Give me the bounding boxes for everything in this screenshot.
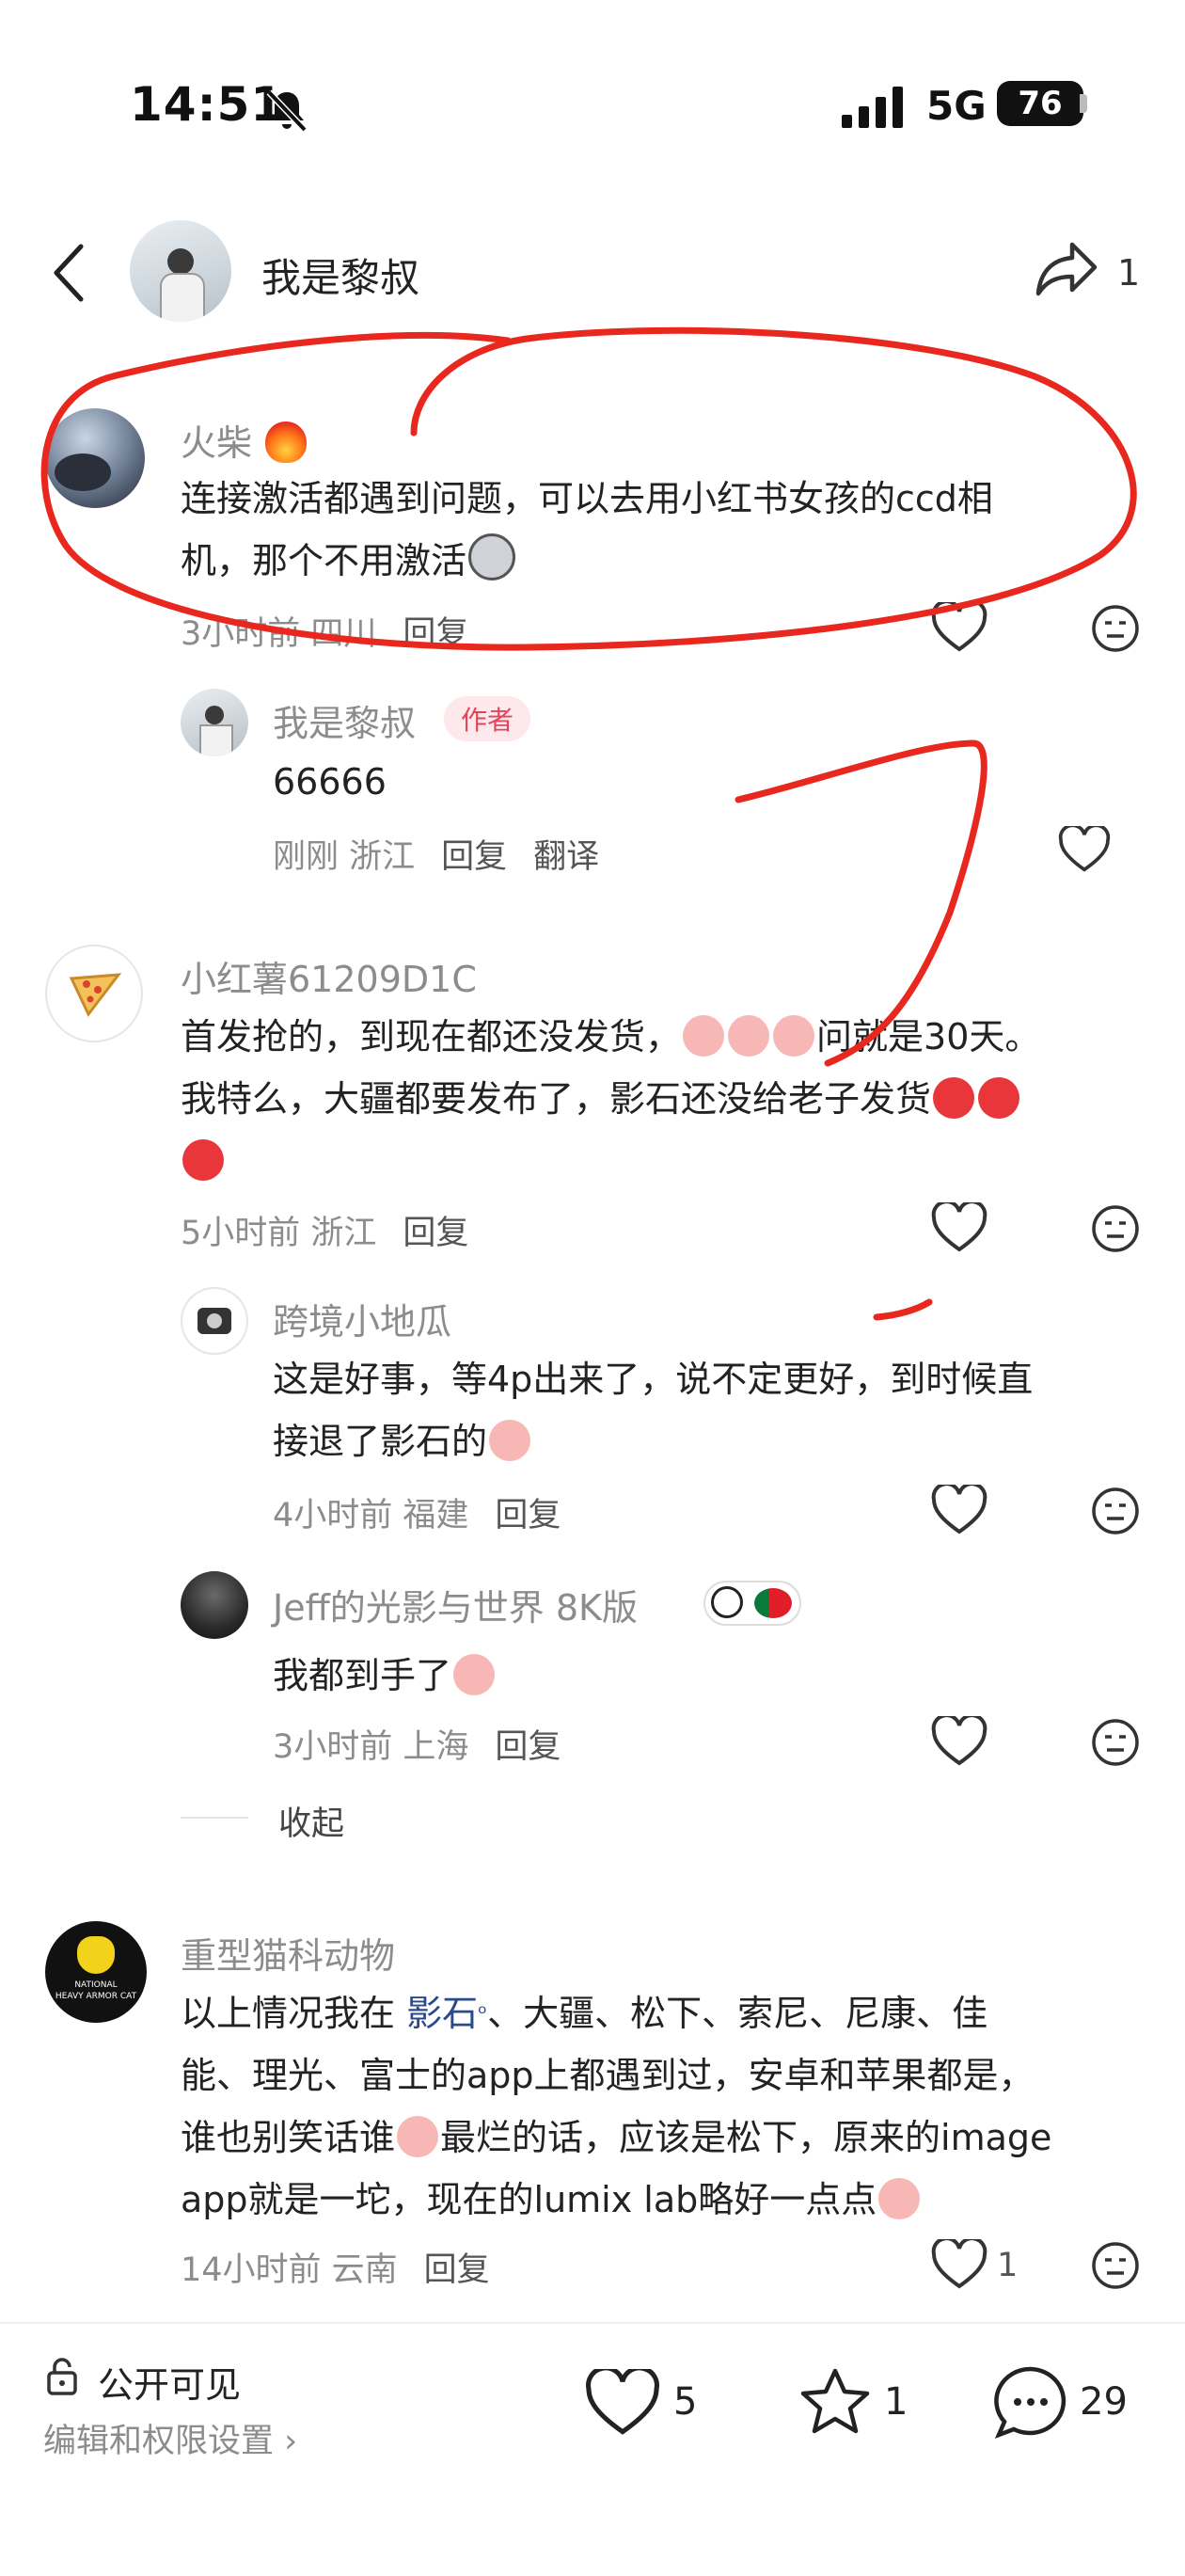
crying-emoji-icon xyxy=(773,1015,815,1057)
commenter-avatar[interactable] xyxy=(45,408,145,508)
crying-emoji-icon xyxy=(397,2116,439,2157)
star-total: 1 xyxy=(884,2380,908,2424)
collapse-divider xyxy=(181,1817,248,1819)
reply-button[interactable]: 回复 xyxy=(495,1497,561,1534)
commenter-avatar[interactable] xyxy=(45,945,143,1042)
signal-icon xyxy=(842,87,903,128)
like-icon[interactable] xyxy=(585,2369,660,2437)
dislike-icon[interactable] xyxy=(1091,604,1140,653)
comment-meta: 5小时前 浙江 回复 xyxy=(181,1215,469,1252)
bell-muted-icon xyxy=(266,89,308,133)
reply-meta: 刚刚 浙江 回复 翻译 xyxy=(273,838,600,876)
flag-badge xyxy=(703,1581,801,1626)
reply-name[interactable]: 跨境小地瓜 xyxy=(273,1293,451,1344)
like-icon[interactable] xyxy=(1058,826,1111,873)
reply-meta: 3小时前 上海 回复 xyxy=(273,1728,561,1766)
reply-avatar[interactable] xyxy=(181,1571,248,1639)
crying-emoji-icon xyxy=(878,2178,921,2219)
author-badge: 作者 xyxy=(444,696,531,741)
comment-meta: 3小时前 四川 回复 xyxy=(181,615,469,653)
avatar-logo-text: NATIONAL HEAVY ARMOR CAT xyxy=(55,1980,137,2001)
comment-text: 连接激活都遇到问题，可以去用小红书女孩的ccd相 机，那个不用激活 xyxy=(181,478,993,581)
comment-total: 29 xyxy=(1080,2380,1128,2424)
reply-button[interactable]: 回复 xyxy=(424,2251,490,2289)
commenter-name[interactable]: 火柴 xyxy=(181,414,308,466)
commenter-avatar[interactable]: NATIONAL HEAVY ARMOR CAT xyxy=(45,1921,147,2023)
reply-button[interactable]: 回复 xyxy=(495,1728,561,1766)
search-icon: ᵒ xyxy=(478,2000,488,2027)
dislike-icon[interactable] xyxy=(1091,2241,1140,2290)
soccer-ball-icon xyxy=(711,1586,743,1618)
dislike-icon[interactable] xyxy=(1091,1718,1140,1767)
translate-button[interactable]: 翻译 xyxy=(533,838,599,876)
reply-avatar[interactable] xyxy=(181,1287,248,1355)
angry-emoji-icon xyxy=(933,1077,975,1119)
dislike-icon[interactable] xyxy=(1091,1487,1140,1535)
pizza-icon xyxy=(69,973,122,1017)
visibility-label[interactable]: 公开可见 xyxy=(98,2356,241,2408)
like-total: 5 xyxy=(673,2380,698,2424)
reply-button[interactable]: 回复 xyxy=(403,1215,468,1252)
like-icon[interactable] xyxy=(931,1485,988,1535)
cat-logo-icon xyxy=(77,1936,115,1974)
author-avatar[interactable] xyxy=(130,220,231,322)
dislike-icon[interactable] xyxy=(1091,1204,1140,1253)
reply-button[interactable]: 回复 xyxy=(441,838,507,876)
fire-emoji-icon xyxy=(265,421,308,463)
battery-indicator: 76 xyxy=(997,81,1083,126)
share-count: 1 xyxy=(1117,252,1141,294)
settings-link[interactable]: 编辑和权限设置 › xyxy=(43,2414,297,2462)
comment-icon[interactable] xyxy=(991,2363,1070,2441)
reply-avatar[interactable] xyxy=(181,689,248,756)
commenter-name[interactable]: 重型猫科动物 xyxy=(181,1927,395,1979)
unlock-icon xyxy=(47,2358,77,2395)
comment-text: 首发抢的，到现在都还没发货， 问就是30天。 我特么，大疆都要发布了，影石还没给老… xyxy=(181,1006,1140,1192)
back-arrow-icon[interactable] xyxy=(49,243,87,303)
crying-emoji-icon xyxy=(683,1015,725,1057)
like-icon[interactable] xyxy=(931,602,988,653)
commenter-name[interactable]: 小红薯61209D1C xyxy=(181,950,477,1002)
battery-tip xyxy=(1080,94,1087,113)
like-icon[interactable] xyxy=(931,1202,988,1253)
reply-meta: 4小时前 福建 回复 xyxy=(273,1497,561,1534)
portugal-flag-icon xyxy=(754,1588,792,1618)
share-icon[interactable] xyxy=(1035,239,1098,299)
star-icon[interactable] xyxy=(798,2365,873,2439)
like-count: 1 xyxy=(997,2247,1019,2284)
comment-meta: 14小时前 云南 回复 xyxy=(181,2251,490,2289)
reply-name[interactable]: 我是黎叔 xyxy=(273,694,416,746)
crying-emoji-icon xyxy=(728,1015,770,1057)
reply-text: 我都到手了 xyxy=(273,1645,497,1707)
status-time: 14:51 xyxy=(130,77,285,132)
author-name[interactable]: 我是黎叔 xyxy=(261,246,419,304)
crying-emoji-icon xyxy=(489,1420,531,1461)
angry-emoji-icon xyxy=(182,1139,224,1181)
reply-text: 66666 xyxy=(273,761,387,803)
angry-emoji-icon xyxy=(978,1077,1020,1119)
comment-text: 以上情况我在 影石ᵒ、大疆、松下、索尼、尼康、佳 能、理光、富士的app上都遇到… xyxy=(181,1993,1052,2220)
reply-name[interactable]: Jeff的光影与世界 8K版 xyxy=(273,1579,638,1630)
like-icon[interactable] xyxy=(931,1716,988,1767)
collapse-button[interactable]: 收起 xyxy=(278,1797,344,1845)
like-icon[interactable] xyxy=(931,2239,988,2290)
topic-link[interactable]: 影石 xyxy=(406,1993,478,2034)
network-label: 5G xyxy=(926,83,987,129)
chevron-right-icon: › xyxy=(274,2423,298,2460)
crying-emoji-icon xyxy=(453,1654,496,1695)
cat-emoji-icon xyxy=(468,533,516,580)
reply-button[interactable]: 回复 xyxy=(403,615,468,653)
reply-text: 这是好事，等4p出来了，说不定更好，到时候直 接退了影石的 xyxy=(273,1359,1034,1462)
